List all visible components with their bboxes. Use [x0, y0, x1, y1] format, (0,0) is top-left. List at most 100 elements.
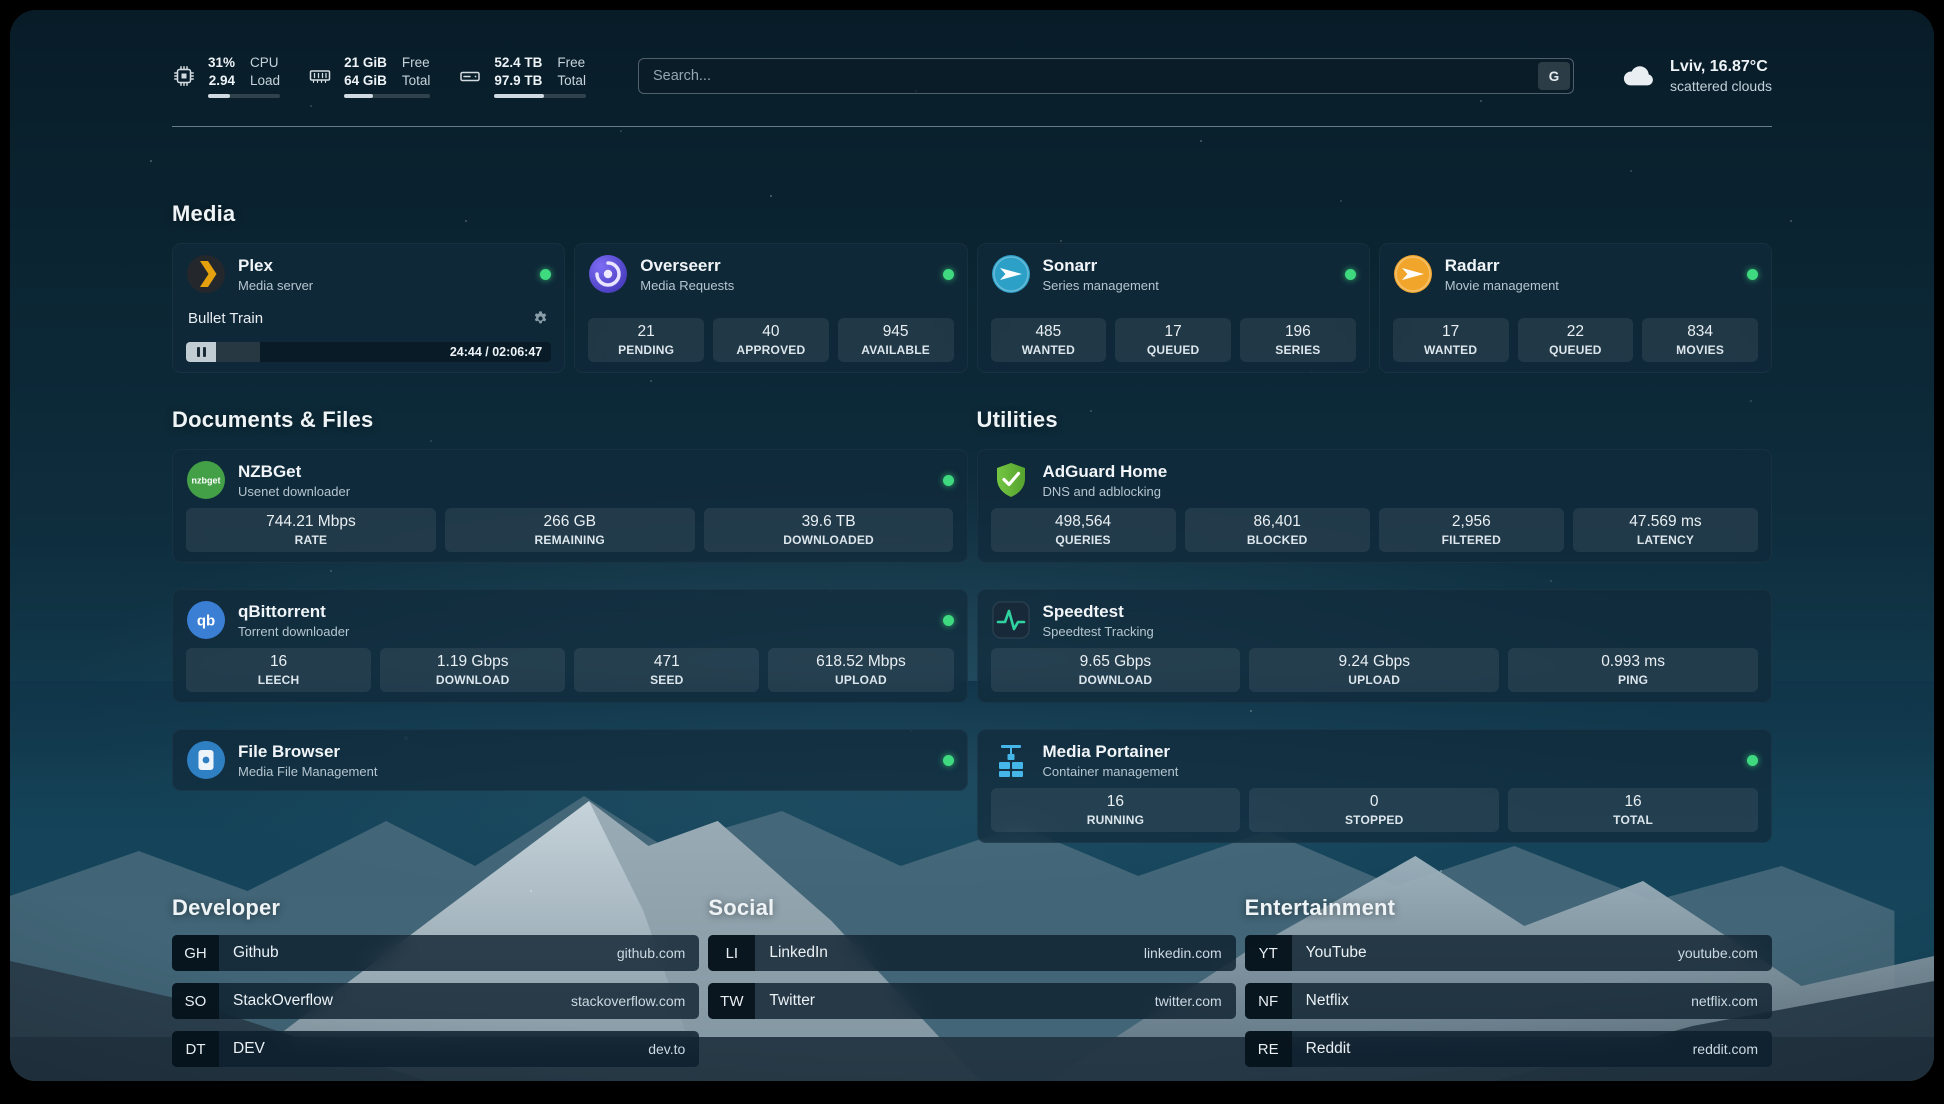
- bookmark-youtube[interactable]: YT YouTube youtube.com: [1245, 935, 1772, 971]
- app-card-radarr[interactable]: Radarr Movie management 17 WANTED 22 QUE…: [1379, 243, 1772, 373]
- stat-box: 471 SEED: [574, 648, 759, 692]
- stat-value: 40: [762, 323, 779, 341]
- stat-label: DOWNLOAD: [1079, 673, 1153, 687]
- card-header: Sonarr Series management: [991, 254, 1356, 294]
- stat-label: APPROVED: [736, 343, 805, 357]
- playback-track: [216, 342, 441, 362]
- disk-free-value: 52.4 TB: [494, 54, 542, 72]
- nzbget-icon: nzbget: [186, 460, 226, 500]
- card-header: Overseerr Media Requests: [588, 254, 953, 294]
- stat-label: UPLOAD: [1348, 673, 1400, 687]
- status-dot: [943, 269, 954, 280]
- bookmarks-area: Developer GH Github github.com SO StackO…: [172, 895, 1772, 1067]
- stat-box: 9.65 Gbps DOWNLOAD: [991, 648, 1241, 692]
- stat-value: 16: [1107, 793, 1124, 811]
- bookmark-name: Twitter: [769, 992, 815, 1010]
- bookmark-reddit[interactable]: RE Reddit reddit.com: [1245, 1031, 1772, 1067]
- stat-value: 17: [1165, 323, 1182, 341]
- stat-label: REMAINING: [535, 533, 605, 547]
- stat-value: 471: [654, 653, 680, 671]
- playback-time: 24:44 / 02:06:47: [441, 345, 551, 359]
- stat-label: WANTED: [1022, 343, 1075, 357]
- memory-label-top: Free: [402, 54, 431, 72]
- bookmark-url: youtube.com: [1678, 945, 1758, 961]
- app-card-speedtest[interactable]: Speedtest Speedtest Tracking 9.65 Gbps D…: [977, 589, 1773, 703]
- memory-progress-bar: [344, 94, 430, 98]
- stat-value: 17: [1442, 323, 1459, 341]
- bookmark-name: LinkedIn: [769, 944, 828, 962]
- stat-label: LATENCY: [1637, 533, 1694, 547]
- app-card-plex[interactable]: Plex Media server Bullet Train: [172, 243, 565, 373]
- app-name: Plex: [238, 256, 313, 276]
- settings-gear-icon[interactable]: [532, 310, 549, 327]
- column-utilities: Utilities AdGuard: [977, 407, 1773, 843]
- memory-widget: 21 GiB 64 GiB Free Total: [308, 54, 430, 99]
- now-playing-row: Bullet Train: [186, 310, 551, 327]
- pause-icon[interactable]: [186, 342, 216, 362]
- bookmark-twitter[interactable]: TW Twitter twitter.com: [708, 983, 1235, 1019]
- stat-box: 16 TOTAL: [1508, 788, 1758, 832]
- status-dot: [1747, 269, 1758, 280]
- stat-box: 744.21 Mbps RATE: [186, 508, 436, 552]
- section-title-utilities: Utilities: [977, 407, 1773, 433]
- two-column-area: Documents & Files nzbget NZBGet Usenet d…: [172, 407, 1772, 843]
- app-titles: Overseerr Media Requests: [640, 256, 734, 293]
- status-dot: [943, 475, 954, 486]
- app-subtitle: Torrent downloader: [238, 624, 349, 639]
- stat-label: DOWNLOAD: [436, 673, 510, 687]
- bookmark-group-entertainment: Entertainment YT YouTube youtube.com NF …: [1245, 895, 1772, 1067]
- app-titles: NZBGet Usenet downloader: [238, 462, 350, 499]
- bookmark-name: DEV: [233, 1040, 265, 1058]
- search-input[interactable]: [638, 58, 1574, 94]
- stats-row: 16 LEECH 1.19 Gbps DOWNLOAD 471 SEED 6: [186, 648, 954, 692]
- app-subtitle: Media server: [238, 278, 313, 293]
- stat-value: 485: [1035, 323, 1061, 341]
- stat-box: 21 PENDING: [588, 318, 704, 362]
- stat-value: 22: [1567, 323, 1584, 341]
- bookmark-linkedin[interactable]: LI LinkedIn linkedin.com: [708, 935, 1235, 971]
- app-card-adguard[interactable]: AdGuard Home DNS and adblocking 498,564 …: [977, 449, 1773, 563]
- filebrowser-icon: [186, 740, 226, 780]
- bookmark-stackoverflow[interactable]: SO StackOverflow stackoverflow.com: [172, 983, 699, 1019]
- app-titles: Speedtest Speedtest Tracking: [1043, 602, 1154, 639]
- stats-row: 744.21 Mbps RATE 266 GB REMAINING 39.6 T…: [186, 508, 954, 552]
- dashboard-screen: 31% 2.94 CPU Load: [10, 10, 1934, 1081]
- section-title-media: Media: [172, 201, 1772, 227]
- search-bar: G: [638, 58, 1574, 94]
- overseerr-icon: [588, 254, 628, 294]
- app-name: AdGuard Home: [1043, 462, 1168, 482]
- cpu-percent: 31%: [208, 54, 235, 72]
- search-engine-badge[interactable]: G: [1538, 62, 1570, 90]
- playback-elapsed-fill: [216, 342, 260, 362]
- bookmark-abbr: DT: [172, 1031, 219, 1067]
- app-name: Media Portainer: [1043, 742, 1179, 762]
- app-card-nzbget[interactable]: nzbget NZBGet Usenet downloader 744.21 M…: [172, 449, 968, 563]
- app-card-sonarr[interactable]: Sonarr Series management 485 WANTED 17 Q…: [977, 243, 1370, 373]
- qbittorrent-icon: qb: [186, 600, 226, 640]
- app-subtitle: Media Requests: [640, 278, 734, 293]
- stats-row: 9.65 Gbps DOWNLOAD 9.24 Gbps UPLOAD 0.99…: [991, 648, 1759, 692]
- column-documents-files: Documents & Files nzbget NZBGet Usenet d…: [172, 407, 968, 791]
- bookmark-dev[interactable]: DT DEV dev.to: [172, 1031, 699, 1067]
- sonarr-icon: [991, 254, 1031, 294]
- stats-row: 16 RUNNING 0 STOPPED 16 TOTAL: [991, 788, 1759, 832]
- bookmark-url: github.com: [617, 945, 685, 961]
- bookmark-github[interactable]: GH Github github.com: [172, 935, 699, 971]
- app-card-overseerr[interactable]: Overseerr Media Requests 21 PENDING 40 A…: [574, 243, 967, 373]
- app-card-filebrowser[interactable]: File Browser Media File Management: [172, 729, 968, 791]
- app-subtitle: Container management: [1043, 764, 1179, 779]
- stats-row: 485 WANTED 17 QUEUED 196 SERIES: [991, 318, 1356, 362]
- app-card-portainer[interactable]: Media Portainer Container management 16 …: [977, 729, 1773, 843]
- stat-box: 485 WANTED: [991, 318, 1107, 362]
- playback-progress-bar[interactable]: 24:44 / 02:06:47: [186, 342, 551, 362]
- app-card-qbittorrent[interactable]: qb qBittorrent Torrent downloader 16 LEE…: [172, 589, 968, 703]
- bookmark-abbr: LI: [708, 935, 755, 971]
- stat-value: 16: [1624, 793, 1641, 811]
- app-titles: Radarr Movie management: [1445, 256, 1559, 293]
- stat-box: 834 MOVIES: [1642, 318, 1758, 362]
- stats-row: 17 WANTED 22 QUEUED 834 MOVIES: [1393, 318, 1758, 362]
- section-title-developer: Developer: [172, 895, 699, 921]
- memory-icon: [308, 64, 332, 88]
- card-header: Media Portainer Container management: [991, 740, 1759, 780]
- bookmark-netflix[interactable]: NF Netflix netflix.com: [1245, 983, 1772, 1019]
